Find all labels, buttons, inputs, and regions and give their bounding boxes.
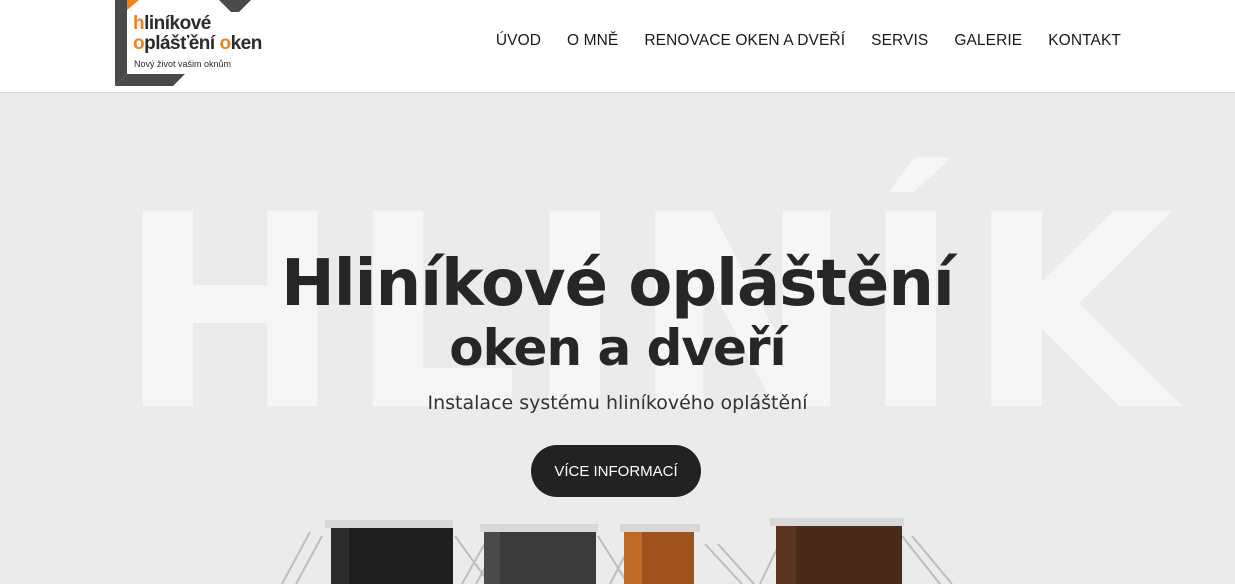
nav-item-kontakt[interactable]: KONTAKT [1048, 32, 1121, 50]
logo-word: liníkové [144, 13, 211, 34]
logo-text-line1: hliníkové [133, 13, 211, 35]
hero-section: HLINÍK Hliníkové opláštění oken a dveří … [0, 94, 1235, 584]
site-header: hliníkové oplášťění oken Nový život vaši… [0, 0, 1235, 93]
nav-item-o-mne[interactable]: O MNĚ [567, 32, 618, 50]
more-info-button[interactable]: VÍCE INFORMACÍ [531, 445, 701, 497]
hero-title-line2: oken a dveří [449, 319, 786, 377]
nav-item-servis[interactable]: SERVIS [871, 32, 928, 50]
profile-walnut [770, 518, 904, 584]
profile-black [325, 520, 453, 584]
logo-tagline: Nový život vašim oknům [134, 59, 232, 69]
profile-oak [620, 524, 700, 584]
nav-item-uvod[interactable]: ÚVOD [496, 32, 541, 50]
profile-anthracite [480, 524, 598, 584]
nav-item-galerie[interactable]: GALERIE [954, 32, 1022, 50]
logo-word: plášťění [144, 33, 220, 54]
hero-subtitle: Instalace systému hliníkového opláštění [427, 392, 808, 414]
site-logo[interactable]: hliníkové oplášťění oken Nový život vaši… [115, 0, 275, 86]
window-profiles-image [281, 518, 953, 584]
main-nav: ÚVOD O MNĚ RENOVACE OKEN A DVEŘÍ SERVIS … [470, 32, 1121, 50]
logo-word: ken [230, 33, 263, 54]
logo-text-line2: oplášťění oken [133, 33, 262, 55]
nav-item-renovace[interactable]: RENOVACE OKEN A DVEŘÍ [644, 32, 845, 50]
hero-title: Hliníkové opláštění [281, 247, 955, 321]
logo-accent-letter: o [133, 33, 145, 54]
logo-accent-letter: h [133, 13, 145, 34]
logo-accent-letter: o [219, 33, 231, 54]
